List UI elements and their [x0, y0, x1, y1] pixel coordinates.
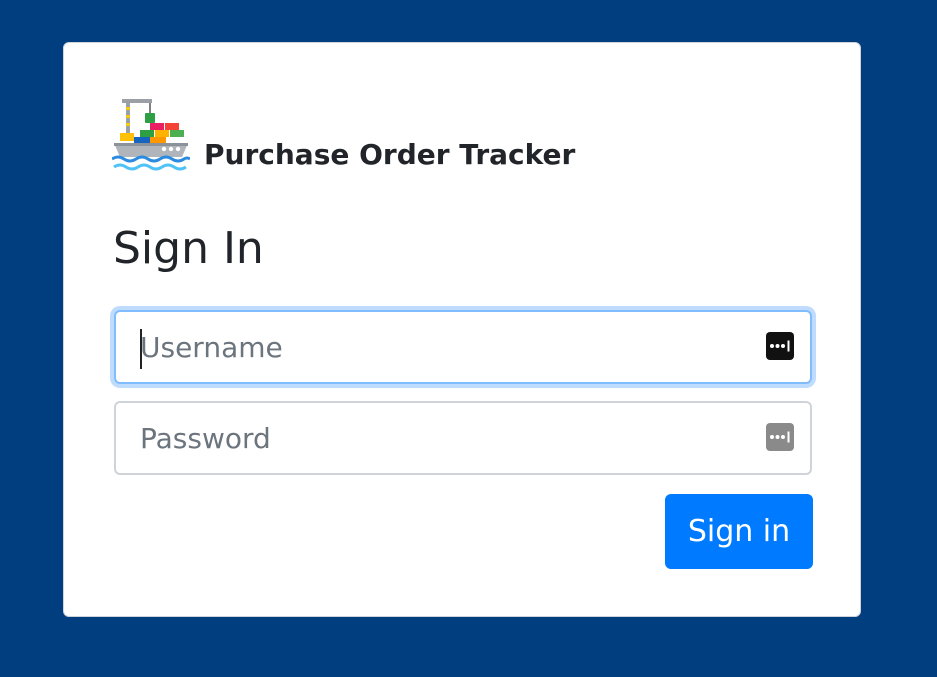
username-field[interactable] — [114, 310, 812, 384]
text-caret — [140, 329, 142, 369]
login-card: Purchase Order Tracker Sign In Sign in — [63, 42, 861, 617]
password-manager-icon[interactable] — [766, 332, 794, 360]
sign-in-button[interactable]: Sign in — [665, 494, 813, 569]
app-title: Purchase Order Tracker — [204, 138, 576, 171]
username-input[interactable] — [140, 312, 740, 382]
password-field[interactable] — [114, 401, 812, 475]
password-manager-icon[interactable] — [766, 423, 794, 451]
password-input[interactable] — [140, 403, 740, 473]
page-title: Sign In — [113, 223, 264, 274]
brand-header: Purchase Order Tracker — [112, 93, 575, 173]
cargo-ship-icon — [112, 97, 190, 173]
